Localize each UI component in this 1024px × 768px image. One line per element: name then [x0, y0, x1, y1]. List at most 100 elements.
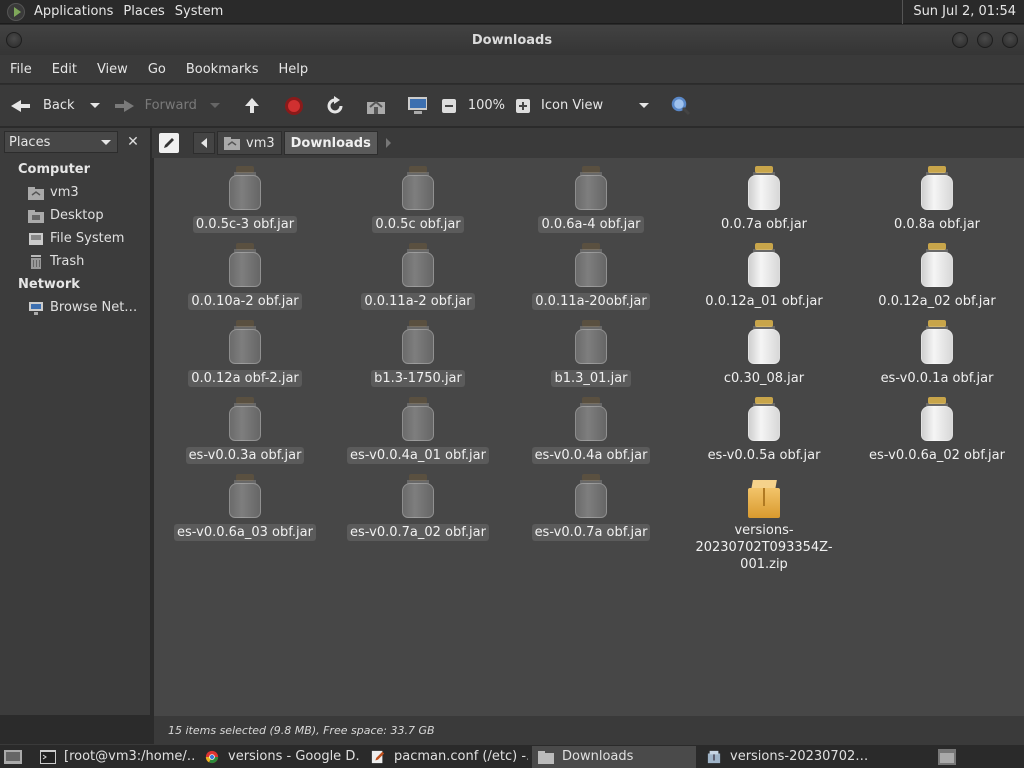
text-editor-icon: [371, 750, 385, 763]
minimize-button[interactable]: [952, 32, 968, 48]
distro-logo-icon[interactable]: [7, 2, 25, 21]
reload-button[interactable]: [325, 95, 345, 116]
task-archive-manager[interactable]: versions-20230702…: [700, 746, 920, 768]
close-button[interactable]: [1002, 32, 1018, 48]
file-item[interactable]: 0.0.5c obf.jar: [333, 166, 503, 233]
file-item[interactable]: es-v0.0.3a obf.jar: [160, 397, 330, 464]
jar-file-icon: [228, 243, 262, 289]
taskbar: [root@vm3:/home/… versions - Google D… p…: [0, 744, 1024, 768]
window-titlebar[interactable]: Downloads: [0, 25, 1024, 55]
file-item[interactable]: es-v0.0.5a obf.jar: [679, 397, 849, 464]
sidebar-item-desktop[interactable]: Desktop: [0, 204, 150, 227]
menu-bookmarks[interactable]: Bookmarks: [179, 62, 266, 77]
sidebar-group-computer: Computer: [18, 162, 91, 177]
up-button[interactable]: [242, 96, 262, 116]
file-item[interactable]: es-v0.0.1a obf.jar: [852, 320, 1022, 387]
menu-help[interactable]: Help: [271, 62, 315, 77]
sidebar-item-file-system[interactable]: File System: [0, 227, 150, 250]
home-button[interactable]: [366, 96, 386, 116]
file-name: c0.30_08.jar: [723, 371, 805, 386]
zoom-in-button[interactable]: [513, 96, 533, 116]
places-menu[interactable]: Places: [120, 0, 171, 24]
system-menu[interactable]: System: [172, 0, 230, 24]
panel-menus: Applications Places System: [0, 0, 230, 24]
file-item[interactable]: 0.0.8a obf.jar: [852, 166, 1022, 233]
sidebar-item-browse-network[interactable]: Browse Net…: [0, 296, 150, 319]
menu-go[interactable]: Go: [141, 62, 173, 77]
file-name: 0.0.12a obf-2.jar: [188, 370, 302, 387]
file-name: es-v0.0.7a_02 obf.jar: [347, 524, 489, 541]
search-button[interactable]: [671, 96, 691, 116]
task-label: [root@vm3:/home/…: [64, 749, 194, 764]
file-item[interactable]: 0.0.10a-2 obf.jar: [160, 243, 330, 310]
sidebar-type-label: Places: [9, 134, 51, 150]
file-item[interactable]: 0.0.12a_01 obf.jar: [679, 243, 849, 310]
file-name: b1.3_01.jar: [551, 370, 631, 387]
forward-history-dropdown[interactable]: [209, 103, 220, 108]
show-desktop-icon: [4, 749, 22, 764]
zoom-level[interactable]: 100%: [468, 98, 505, 113]
file-item[interactable]: b1.3-1750.jar: [333, 320, 503, 387]
archive-manager-icon: [707, 750, 721, 763]
maximize-button[interactable]: [977, 32, 993, 48]
sidebar-item-vm3[interactable]: vm3: [0, 181, 150, 204]
menubar: File Edit View Go Bookmarks Help: [0, 55, 1024, 83]
file-item[interactable]: es-v0.0.4a_01 obf.jar: [333, 397, 503, 464]
file-item[interactable]: es-v0.0.7a_02 obf.jar: [333, 474, 503, 541]
toggle-location-entry-button[interactable]: [159, 133, 179, 153]
task-terminal[interactable]: [root@vm3:/home/…: [34, 746, 194, 768]
computer-button[interactable]: [407, 96, 427, 116]
clock[interactable]: Sun Jul 2, 01:54: [902, 0, 1016, 24]
back-button[interactable]: Back: [9, 91, 75, 121]
applications-menu[interactable]: Applications: [31, 0, 120, 24]
chevron-right-icon[interactable]: [385, 138, 391, 148]
top-panel: Applications Places System Sun Jul 2, 01…: [0, 0, 1024, 24]
file-item[interactable]: 0.0.11a-20obf.jar: [506, 243, 676, 310]
drive-icon: [29, 232, 43, 245]
menu-file[interactable]: File: [3, 62, 39, 77]
file-item[interactable]: 0.0.7a obf.jar: [679, 166, 849, 233]
file-item[interactable]: versions- 20230702T093354Z- 001.zip: [679, 474, 849, 573]
file-item[interactable]: es-v0.0.6a_02 obf.jar: [852, 397, 1022, 464]
sidebar-type-select[interactable]: Places: [4, 131, 118, 153]
close-sidebar-button[interactable]: ✕: [124, 133, 142, 151]
jar-file-icon: [574, 166, 608, 212]
zoom-out-button[interactable]: [439, 96, 459, 116]
file-item[interactable]: es-v0.0.4a obf.jar: [506, 397, 676, 464]
file-item[interactable]: es-v0.0.7a obf.jar: [506, 474, 676, 541]
file-item[interactable]: 0.0.12a obf-2.jar: [160, 320, 330, 387]
stop-button[interactable]: [284, 96, 304, 116]
task-text-editor[interactable]: pacman.conf (/etc) -…: [364, 746, 528, 768]
back-history-dropdown[interactable]: [89, 103, 100, 108]
sidebar-header: Places ✕: [0, 128, 150, 156]
breadcrumb-downloads[interactable]: Downloads: [283, 131, 378, 155]
file-item[interactable]: 0.0.11a-2 obf.jar: [333, 243, 503, 310]
window-menu-button[interactable]: [6, 32, 22, 48]
file-item[interactable]: 0.0.12a_02 obf.jar: [852, 243, 1022, 310]
file-icon-view[interactable]: 0.0.5c-3 obf.jar 0.0.5c obf.jar 0.0.6a-4 o…: [154, 158, 1024, 716]
workspace-switcher[interactable]: [932, 746, 960, 768]
file-item[interactable]: 0.0.6a-4 obf.jar: [506, 166, 676, 233]
task-downloads[interactable]: Downloads: [532, 745, 696, 768]
task-chrome[interactable]: versions - Google D…: [198, 746, 360, 768]
zoom-in-icon: [516, 98, 531, 113]
menu-edit[interactable]: Edit: [45, 62, 84, 77]
sidebar-item-trash[interactable]: Trash: [0, 250, 150, 273]
breadcrumb-vm3[interactable]: vm3: [217, 131, 282, 155]
menu-view[interactable]: View: [90, 62, 135, 77]
close-icon: ✕: [127, 134, 139, 150]
up-arrow-icon: [244, 97, 259, 113]
search-icon: [671, 96, 691, 115]
task-label: versions - Google D…: [228, 749, 360, 764]
file-item[interactable]: c0.30_08.jar: [679, 320, 849, 387]
file-name: es-v0.0.4a_01 obf.jar: [347, 447, 489, 464]
file-item[interactable]: es-v0.0.6a_03 obf.jar: [160, 474, 330, 541]
task-label: pacman.conf (/etc) -…: [394, 749, 528, 764]
view-mode-select[interactable]: Icon View: [541, 91, 650, 121]
file-item[interactable]: b1.3_01.jar: [506, 320, 676, 387]
pathbar-scroll-left[interactable]: [193, 132, 215, 154]
file-item[interactable]: 0.0.5c-3 obf.jar: [160, 166, 330, 233]
show-desktop-button[interactable]: [0, 746, 30, 768]
jar-file-icon: [401, 243, 435, 289]
forward-button[interactable]: Forward: [114, 91, 197, 121]
